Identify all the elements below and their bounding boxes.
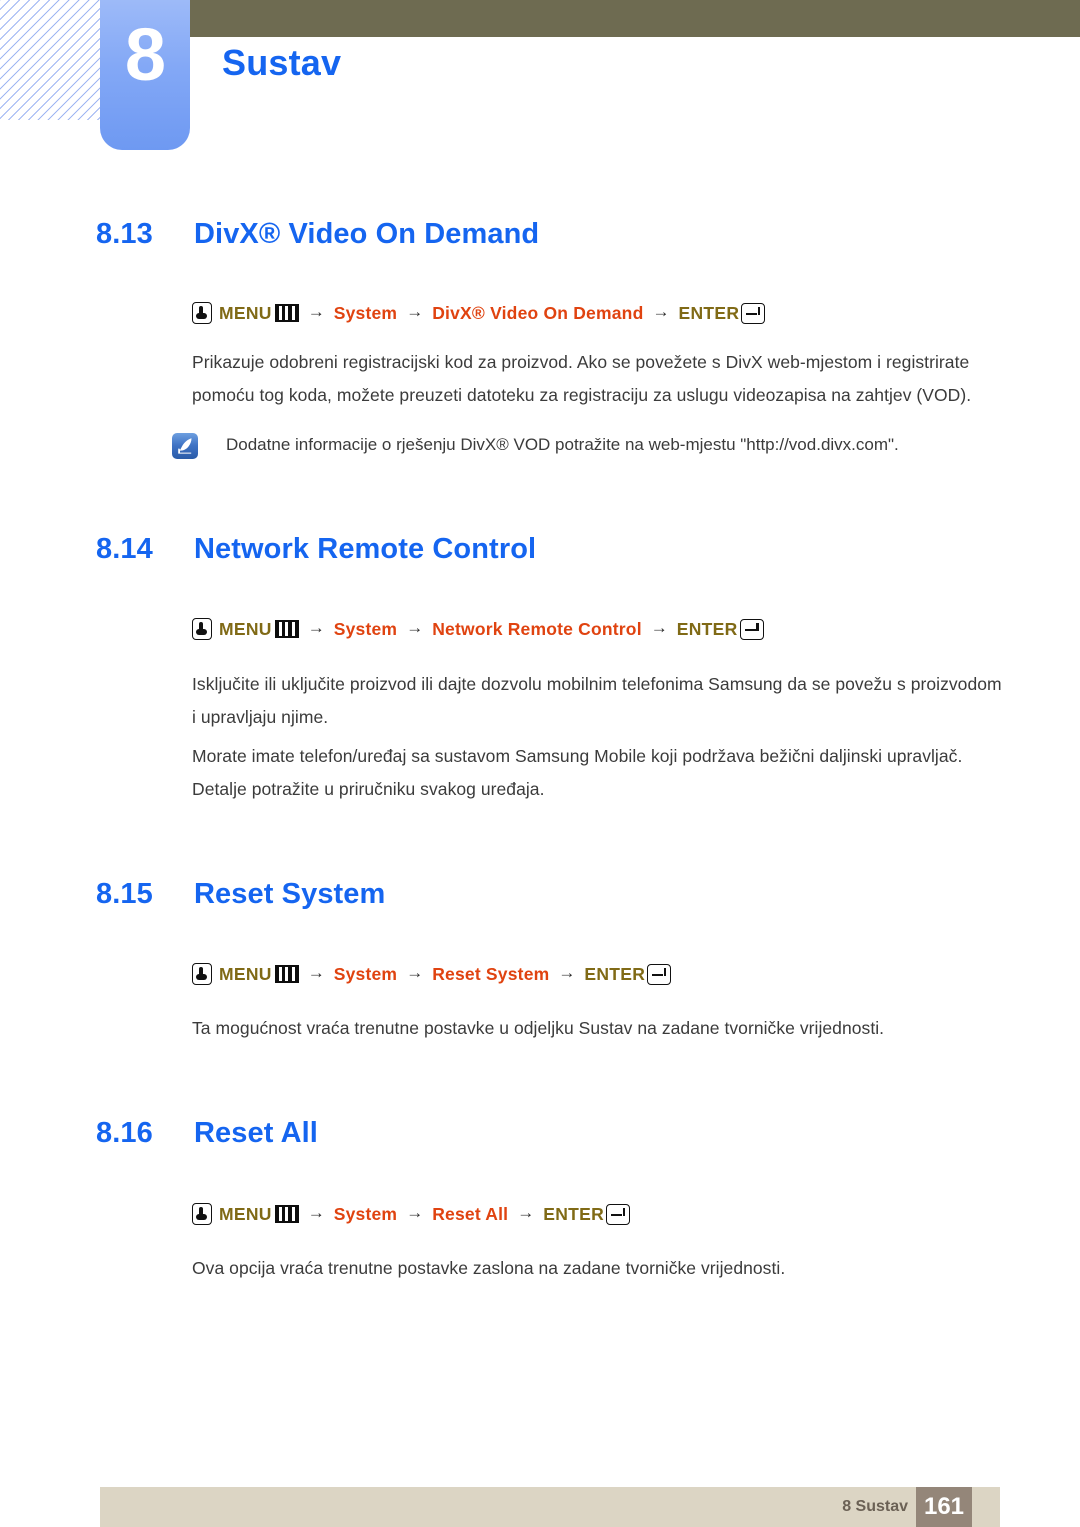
menu-bars-icon — [274, 1205, 299, 1223]
enter-keyword: ENTER — [676, 618, 738, 639]
path-arrow: → — [650, 618, 668, 637]
menu-item-system: System — [333, 302, 398, 323]
path-arrow: → — [406, 1203, 424, 1222]
section-title: Reset All — [194, 1117, 318, 1149]
menu-path-8-13: MENU → System → DivX® Video On Demand → … — [192, 300, 766, 326]
remote-hand-icon — [192, 1203, 212, 1225]
paragraph-8-14-2: Morate imate telefon/uređaj sa sustavom … — [192, 746, 963, 799]
paragraph-8-13-1: Prikazuje odobreni registracijski kod za… — [192, 352, 972, 405]
menu-path-8-14: MENU → System → Network Remote Control →… — [192, 616, 764, 642]
section-title: DivX® Video On Demand — [194, 218, 540, 250]
note-text: Dodatne informacije o rješenju DivX® VOD… — [226, 435, 899, 454]
path-arrow: → — [307, 1203, 325, 1222]
section-title: Network Remote Control — [194, 533, 537, 565]
paragraph-8-15-1: Ta mogućnost vraća trenutne postavke u o… — [192, 1018, 885, 1038]
menu-item-system: System — [333, 618, 398, 639]
menu-keyword: MENU — [219, 1203, 272, 1224]
section-number: 8.14 — [96, 533, 153, 565]
header-olive-bar — [190, 0, 1080, 37]
section-heading-8-14: 8.14 Network Remote Control — [96, 533, 536, 566]
enter-keyword: ENTER — [678, 302, 740, 323]
menu-item-system: System — [333, 1203, 398, 1224]
path-arrow: → — [652, 302, 670, 321]
menu-bars-icon — [274, 620, 299, 638]
path-arrow: → — [406, 618, 424, 637]
enter-keyword: ENTER — [584, 963, 646, 984]
paragraph-8-16-1: Ova opcija vraća trenutne postavke zaslo… — [192, 1258, 786, 1278]
section-heading-8-16: 8.16 Reset All — [96, 1117, 318, 1150]
enter-keyword: ENTER — [543, 1203, 605, 1224]
menu-path-8-15: MENU → System → Reset System → ENTER — [192, 961, 672, 987]
footer-page-number: 161 — [916, 1487, 972, 1527]
note-quill-icon — [172, 433, 198, 459]
path-arrow: → — [307, 963, 325, 982]
section-heading-8-13: 8.13 DivX® Video On Demand — [96, 218, 539, 251]
section-heading-8-15: 8.15 Reset System — [96, 878, 385, 911]
page-header: 8 Sustav — [0, 0, 1080, 160]
enter-key-icon — [606, 1203, 631, 1225]
menu-bars-icon — [274, 304, 299, 322]
menu-path-8-16: MENU → System → Reset All → ENTER — [192, 1201, 631, 1227]
chapter-title: Sustav — [222, 42, 342, 83]
paragraph-8-14-1: Isključite ili uključite proizvod ili da… — [192, 674, 1002, 727]
section-number: 8.13 — [96, 218, 153, 250]
section-title: Reset System — [194, 878, 386, 910]
menu-keyword: MENU — [219, 963, 272, 984]
enter-key-icon — [741, 302, 766, 324]
menu-item-target: DivX® Video On Demand — [432, 302, 644, 323]
path-arrow: → — [517, 1203, 535, 1222]
note-box-8-13: Dodatne informacije o rješenju DivX® VOD… — [172, 432, 962, 459]
menu-item-system: System — [333, 963, 398, 984]
path-arrow: → — [307, 302, 325, 321]
menu-keyword: MENU — [219, 618, 272, 639]
menu-item-target: Reset System — [432, 963, 550, 984]
menu-item-target: Reset All — [432, 1203, 509, 1224]
footer-chapter-label: 8 Sustav — [842, 1498, 908, 1515]
path-arrow: → — [558, 963, 576, 982]
remote-hand-icon — [192, 963, 212, 985]
chapter-tab: 8 — [100, 0, 190, 150]
path-arrow: → — [307, 618, 325, 637]
enter-key-icon — [739, 618, 764, 640]
page-footer: 8 Sustav 161 — [100, 1487, 1000, 1527]
chapter-number: 8 — [124, 13, 166, 96]
section-number: 8.15 — [96, 878, 153, 910]
enter-key-icon — [647, 963, 672, 985]
menu-item-target: Network Remote Control — [432, 618, 642, 639]
section-number: 8.16 — [96, 1117, 153, 1149]
menu-bars-icon — [274, 965, 299, 983]
path-arrow: → — [406, 302, 424, 321]
menu-keyword: MENU — [219, 302, 272, 323]
remote-hand-icon — [192, 302, 212, 324]
path-arrow: → — [406, 963, 424, 982]
remote-hand-icon — [192, 618, 212, 640]
